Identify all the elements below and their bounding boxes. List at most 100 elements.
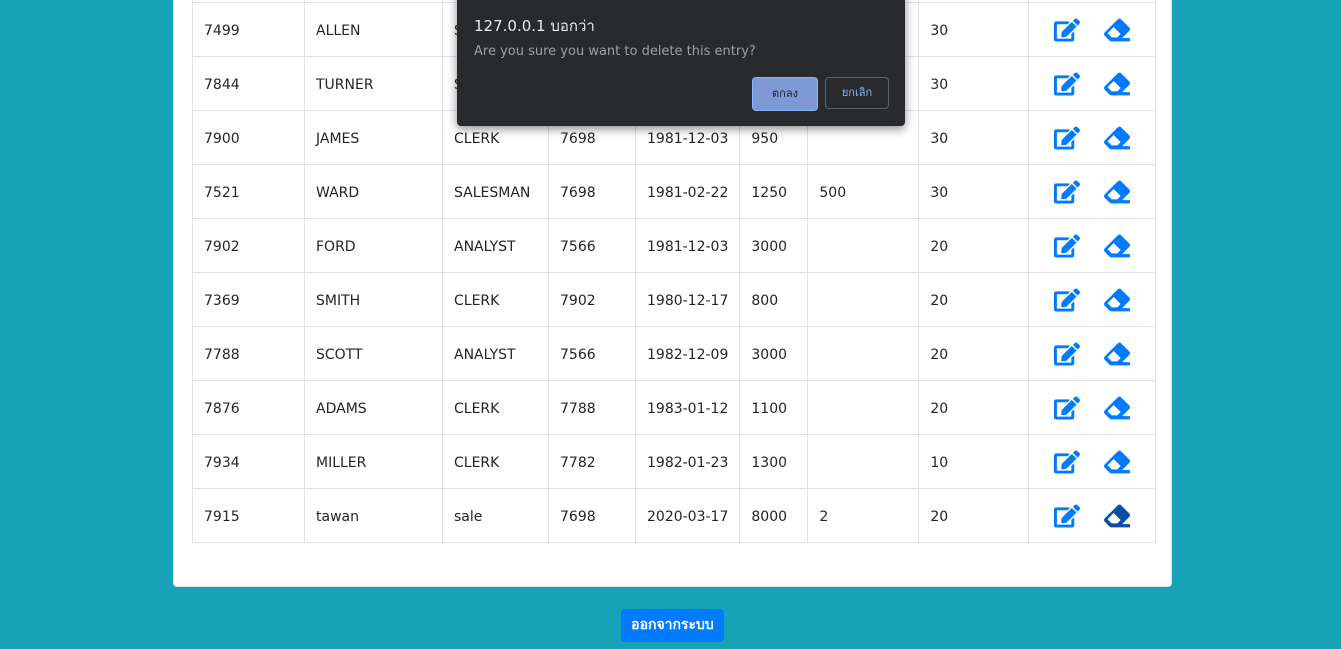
eraser-icon[interactable] <box>1104 125 1131 151</box>
cell-mgr: 7566 <box>548 218 636 273</box>
cell-comm <box>807 272 920 327</box>
cell-comm: 2 <box>807 488 920 543</box>
eraser-icon[interactable] <box>1104 179 1131 205</box>
cell-sal: 3000 <box>739 218 809 273</box>
cell-ename: tawan <box>304 488 443 543</box>
cell-job: CLERK <box>442 380 549 435</box>
table-row: 7902 FORD ANALYST 7566 1981-12-03 3000 20 <box>192 218 1157 273</box>
cell-deptno: 30 <box>918 110 1030 165</box>
cell-deptno: 10 <box>918 434 1030 489</box>
cell-deptno: 30 <box>918 56 1030 111</box>
cell-empno: 7499 <box>192 2 305 57</box>
cell-ename: JAMES <box>304 110 443 165</box>
logout-button[interactable]: ออกจากระบบ <box>621 609 724 642</box>
dialog-ok-button[interactable]: ตกลง <box>752 77 818 111</box>
edit-icon[interactable] <box>1054 71 1081 97</box>
cell-empno: 7900 <box>192 110 305 165</box>
cell-mgr: 7698 <box>548 488 636 543</box>
cell-ename: ALLEN <box>304 2 443 57</box>
cell-hiredate: 1981-02-22 <box>634 164 741 219</box>
cell-mgr: 7698 <box>548 164 636 219</box>
cell-deptno: 20 <box>918 272 1030 327</box>
edit-icon[interactable] <box>1054 503 1081 529</box>
cell-hiredate: 1982-01-23 <box>634 434 741 489</box>
cell-deptno: 20 <box>918 218 1030 273</box>
cell-job: CLERK <box>442 434 549 489</box>
cell-ename: MILLER <box>304 434 443 489</box>
edit-icon[interactable] <box>1054 125 1081 151</box>
eraser-icon[interactable] <box>1104 17 1131 43</box>
cell-job: ANALYST <box>442 326 549 381</box>
cell-actions <box>1028 56 1157 111</box>
cell-ename: SCOTT <box>304 326 443 381</box>
edit-icon[interactable] <box>1054 17 1081 43</box>
cell-actions <box>1028 434 1157 489</box>
cell-deptno: 20 <box>918 488 1030 543</box>
edit-icon[interactable] <box>1054 287 1081 313</box>
cell-mgr: 7566 <box>548 326 636 381</box>
cell-empno: 7844 <box>192 56 305 111</box>
cell-empno: 7934 <box>192 434 305 489</box>
edit-icon[interactable] <box>1054 395 1081 421</box>
cell-mgr: 7902 <box>548 272 636 327</box>
cell-hiredate: 1981-12-03 <box>634 218 741 273</box>
cell-job: ANALYST <box>442 218 549 273</box>
cell-hiredate: 1983-01-12 <box>634 380 741 435</box>
eraser-icon[interactable] <box>1104 503 1131 529</box>
eraser-icon[interactable] <box>1104 287 1131 313</box>
cell-comm <box>807 380 920 435</box>
cell-job: sale <box>442 488 549 543</box>
cell-actions <box>1028 488 1157 543</box>
cell-actions <box>1028 110 1157 165</box>
cell-sal: 800 <box>739 272 809 327</box>
cell-actions <box>1028 218 1157 273</box>
eraser-icon[interactable] <box>1104 233 1131 259</box>
cell-ename: FORD <box>304 218 443 273</box>
table-row: 7788 SCOTT ANALYST 7566 1982-12-09 3000 20 <box>192 326 1157 381</box>
cell-actions <box>1028 164 1157 219</box>
cell-sal: 1250 <box>739 164 809 219</box>
dialog-message: Are you sure you want to delete this ent… <box>474 44 756 59</box>
cell-ename: ADAMS <box>304 380 443 435</box>
edit-icon[interactable] <box>1054 449 1081 475</box>
cell-empno: 7902 <box>192 218 305 273</box>
cell-sal: 1100 <box>739 380 809 435</box>
cell-sal: 8000 <box>739 488 809 543</box>
cell-deptno: 20 <box>918 326 1030 381</box>
table-row: 7934 MILLER CLERK 7782 1982-01-23 1300 10 <box>192 434 1157 489</box>
cell-comm <box>807 218 920 273</box>
cell-actions <box>1028 2 1157 57</box>
cell-actions <box>1028 272 1157 327</box>
dialog-cancel-button[interactable]: ยกเลิก <box>825 77 889 109</box>
cell-job: SALESMAN <box>442 164 549 219</box>
cell-deptno: 30 <box>918 2 1030 57</box>
table-row: 7369 SMITH CLERK 7902 1980-12-17 800 20 <box>192 272 1157 327</box>
table-row: 7915 tawan sale 7698 2020-03-17 8000 2 20 <box>192 488 1157 543</box>
cell-comm <box>807 434 920 489</box>
cell-deptno: 20 <box>918 380 1030 435</box>
cell-job: CLERK <box>442 272 549 327</box>
edit-icon[interactable] <box>1054 341 1081 367</box>
cell-ename: TURNER <box>304 56 443 111</box>
eraser-icon[interactable] <box>1104 395 1131 421</box>
edit-icon[interactable] <box>1054 179 1081 205</box>
cell-ename: WARD <box>304 164 443 219</box>
cell-empno: 7788 <box>192 326 305 381</box>
cell-empno: 7915 <box>192 488 305 543</box>
cell-comm <box>807 326 920 381</box>
cell-actions <box>1028 380 1157 435</box>
cell-mgr: 7788 <box>548 380 636 435</box>
cell-ename: SMITH <box>304 272 443 327</box>
table-row: 7521 WARD SALESMAN 7698 1981-02-22 1250 500 30 <box>192 164 1157 219</box>
eraser-icon[interactable] <box>1104 71 1131 97</box>
eraser-icon[interactable] <box>1104 341 1131 367</box>
cell-actions <box>1028 326 1157 381</box>
cell-sal: 3000 <box>739 326 809 381</box>
cell-comm: 500 <box>807 164 920 219</box>
edit-icon[interactable] <box>1054 233 1081 259</box>
cell-hiredate: 1980-12-17 <box>634 272 741 327</box>
cell-hiredate: 2020-03-17 <box>634 488 741 543</box>
cell-deptno: 30 <box>918 164 1030 219</box>
dialog-title: 127.0.0.1 บอกว่า <box>474 17 595 35</box>
eraser-icon[interactable] <box>1104 449 1131 475</box>
